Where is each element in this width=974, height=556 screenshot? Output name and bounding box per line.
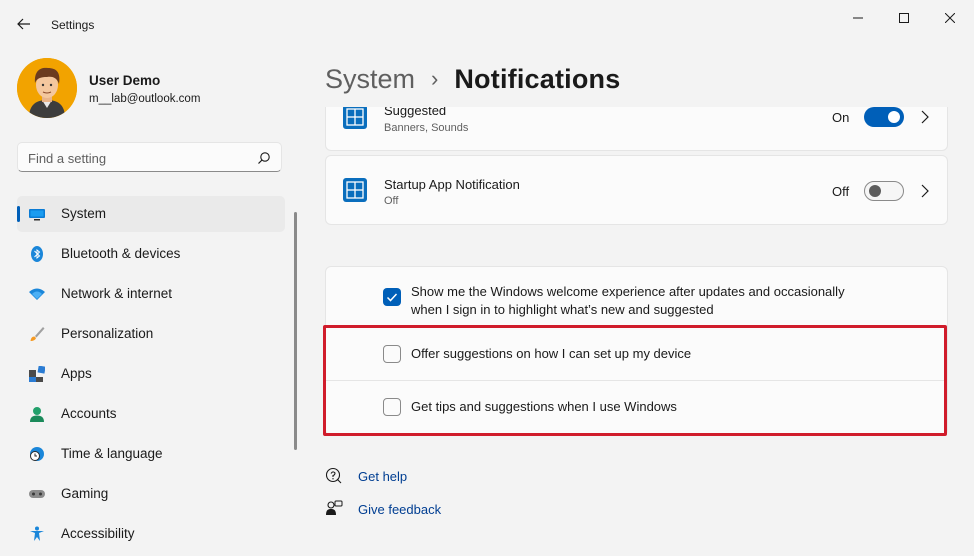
title-bar: Settings	[0, 0, 974, 48]
minimize-button[interactable]	[840, 6, 876, 30]
checkbox[interactable]	[383, 288, 401, 306]
breadcrumb: System › Notifications	[325, 59, 620, 99]
sidebar-item-gaming[interactable]: Gaming	[17, 476, 285, 512]
notification-toggle[interactable]	[864, 181, 904, 201]
close-icon	[945, 13, 955, 23]
app-name: Startup App Notification	[384, 177, 520, 192]
toggle-knob	[869, 185, 881, 197]
notification-toggle[interactable]	[864, 107, 904, 127]
accounts-icon	[30, 407, 44, 422]
sidebar-item-label: Bluetooth & devices	[61, 246, 181, 261]
arrow-left-icon	[17, 18, 30, 30]
search-input[interactable]	[28, 148, 253, 168]
user-name: User Demo	[89, 73, 161, 88]
sidebar-item-time-language[interactable]: Time & language	[17, 436, 285, 472]
checkbox-label: Show me the Windows welcome experience a…	[411, 284, 845, 299]
sidebar-item-label: Personalization	[61, 326, 154, 341]
user-profile[interactable]: User Demo m__lab@outlook.com	[17, 58, 287, 118]
accessibility-icon	[30, 526, 44, 541]
sidebar-item-network[interactable]: Network & internet	[17, 276, 285, 312]
toggle-state-label: On	[832, 110, 850, 125]
checkmark-icon	[386, 293, 398, 302]
sidebar-item-label: Time & language	[61, 446, 163, 461]
maximize-icon	[899, 13, 909, 23]
toggle-state-label: Off	[832, 184, 850, 199]
brush-icon	[30, 327, 45, 341]
user-email: m__lab@outlook.com	[89, 93, 201, 105]
search-icon[interactable]	[257, 151, 271, 165]
avatar	[17, 58, 77, 118]
active-indicator	[17, 206, 20, 222]
chevron-right-icon[interactable]	[920, 110, 930, 124]
breadcrumb-parent[interactable]: System	[325, 64, 415, 95]
system-icon	[29, 209, 45, 221]
minimize-icon	[853, 17, 863, 19]
app-tile-icon	[343, 107, 367, 129]
get-help-link[interactable]: Get help	[358, 469, 407, 484]
sidebar-item-bluetooth[interactable]: Bluetooth & devices	[17, 236, 285, 272]
breadcrumb-separator: ›	[431, 66, 439, 91]
sidebar-scrollbar[interactable]	[294, 212, 297, 450]
maximize-button[interactable]	[886, 6, 922, 30]
feedback-icon	[326, 500, 343, 515]
sidebar-item-label: Accessibility	[61, 526, 135, 541]
app-notification-card-startup[interactable]: Startup App Notification Off Off	[325, 155, 948, 225]
sidebar-item-accessibility[interactable]: Accessibility	[17, 516, 285, 552]
page-title: Notifications	[454, 63, 621, 94]
welcome-experience-option[interactable]: Show me the Windows welcome experience a…	[325, 266, 948, 326]
wifi-icon	[29, 288, 45, 300]
sidebar-item-label: Apps	[61, 366, 92, 381]
app-title: Settings	[51, 18, 95, 32]
app-subtitle: Banners, Sounds	[384, 122, 469, 134]
highlight-box	[323, 325, 947, 436]
back-button[interactable]	[12, 12, 36, 36]
sidebar-item-label: System	[61, 206, 107, 221]
give-feedback-link[interactable]: Give feedback	[358, 502, 441, 517]
toggle-knob	[888, 111, 900, 123]
bluetooth-icon	[31, 246, 43, 262]
sidebar-item-label: Accounts	[61, 406, 117, 421]
app-subtitle: Off	[384, 195, 399, 207]
sidebar-item-apps[interactable]: Apps	[17, 356, 285, 392]
help-icon	[325, 467, 342, 484]
sidebar-item-personalization[interactable]: Personalization	[17, 316, 285, 352]
checkbox-label-line2: when I sign in to highlight what’s new a…	[411, 302, 714, 317]
chevron-right-icon[interactable]	[920, 184, 930, 198]
close-button[interactable]	[932, 6, 968, 30]
sidebar-nav: System Bluetooth & devices Network & int…	[17, 196, 285, 556]
sidebar-item-accounts[interactable]: Accounts	[17, 396, 285, 432]
app-name: Suggested	[384, 103, 447, 118]
apps-icon	[29, 366, 45, 382]
sidebar-item-system[interactable]: System	[17, 196, 285, 232]
sidebar-item-label: Gaming	[61, 486, 109, 501]
globe-clock-icon	[30, 447, 44, 461]
gamepad-icon	[29, 490, 45, 498]
app-tile-icon	[343, 178, 367, 202]
search-box[interactable]	[17, 142, 282, 172]
sidebar-item-label: Network & internet	[61, 286, 173, 301]
